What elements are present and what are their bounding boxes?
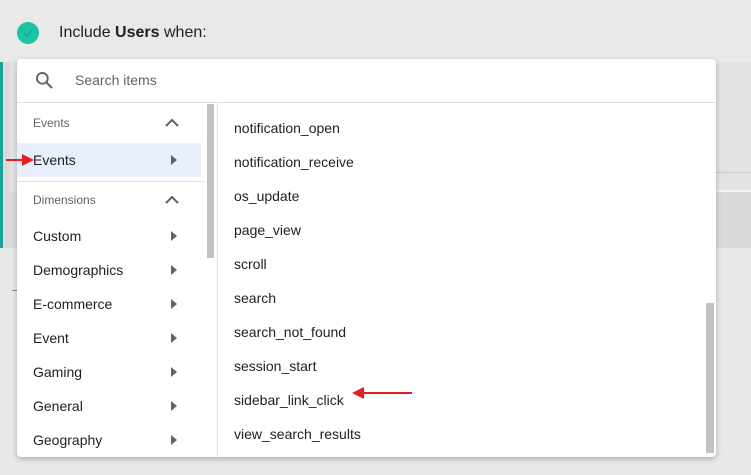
category-item-gaming[interactable]: Gaming — [17, 355, 201, 389]
caret-right-icon — [171, 155, 177, 165]
section-header-dimensions[interactable]: Dimensions — [17, 182, 205, 218]
category-label: Geography — [33, 432, 103, 448]
category-list: Events Events Dimensions Custom Demograp… — [17, 103, 205, 457]
event-item-notification-open[interactable]: notification_open — [234, 120, 340, 136]
section-label: Dimensions — [33, 193, 96, 207]
caret-right-icon — [171, 401, 177, 411]
chevron-up-icon[interactable] — [164, 115, 180, 131]
caret-right-icon — [171, 231, 177, 241]
category-item-event[interactable]: Event — [17, 321, 201, 355]
chevron-up-icon[interactable] — [164, 192, 180, 208]
caret-right-icon — [171, 333, 177, 343]
event-item-notification-receive[interactable]: notification_receive — [234, 154, 354, 170]
annotation-arrow-icon — [352, 387, 412, 399]
category-label: General — [33, 398, 83, 414]
heading-prefix: Include — [59, 24, 111, 41]
status-check-icon — [17, 22, 39, 44]
caret-right-icon — [171, 265, 177, 275]
card-field-outline — [716, 130, 751, 173]
search-row — [17, 59, 716, 103]
category-label: Gaming — [33, 364, 83, 380]
section-header-events[interactable]: Events — [17, 105, 205, 141]
include-users-heading: Include Users when: — [59, 24, 207, 42]
category-item-events[interactable]: Events — [17, 143, 201, 177]
category-item-general[interactable]: General — [17, 389, 201, 423]
card-divider — [716, 190, 751, 192]
heading-suffix: when: — [163, 24, 207, 41]
caret-right-icon — [171, 299, 177, 309]
caret-right-icon — [171, 367, 177, 377]
card-accent-line — [0, 62, 3, 248]
event-item-page-view[interactable]: page_view — [234, 222, 301, 238]
event-item-search-not-found[interactable]: search_not_found — [234, 324, 346, 340]
caret-right-icon — [171, 435, 177, 445]
event-item-os-update[interactable]: os_update — [234, 188, 299, 204]
category-item-ecommerce[interactable]: E-commerce — [17, 287, 201, 321]
category-label: Events — [33, 152, 76, 168]
category-item-geography[interactable]: Geography — [17, 423, 201, 457]
search-icon — [36, 72, 53, 89]
event-item-session-start[interactable]: session_start — [234, 358, 316, 374]
category-label: Event — [33, 330, 69, 346]
search-input[interactable] — [75, 70, 675, 90]
category-label: Custom — [33, 228, 82, 244]
heading-entity: Users — [115, 24, 160, 41]
category-item-demographics[interactable]: Demographics — [17, 253, 201, 287]
category-label: E-commerce — [33, 296, 113, 312]
event-item-view-search-results[interactable]: view_search_results — [234, 426, 361, 442]
section-label: Events — [33, 116, 70, 130]
category-label: Demographics — [33, 262, 124, 278]
event-item-scroll[interactable]: scroll — [234, 256, 267, 272]
event-item-sidebar-link-click[interactable]: sidebar_link_click — [234, 392, 344, 408]
left-scrollbar-thumb[interactable] — [207, 104, 214, 258]
category-item-custom[interactable]: Custom — [17, 219, 201, 253]
right-scrollbar-thumb[interactable] — [706, 303, 714, 453]
annotation-arrow-icon — [6, 154, 34, 166]
event-item-search[interactable]: search — [234, 290, 276, 306]
event-list: notification_open notification_receive o… — [218, 103, 716, 457]
